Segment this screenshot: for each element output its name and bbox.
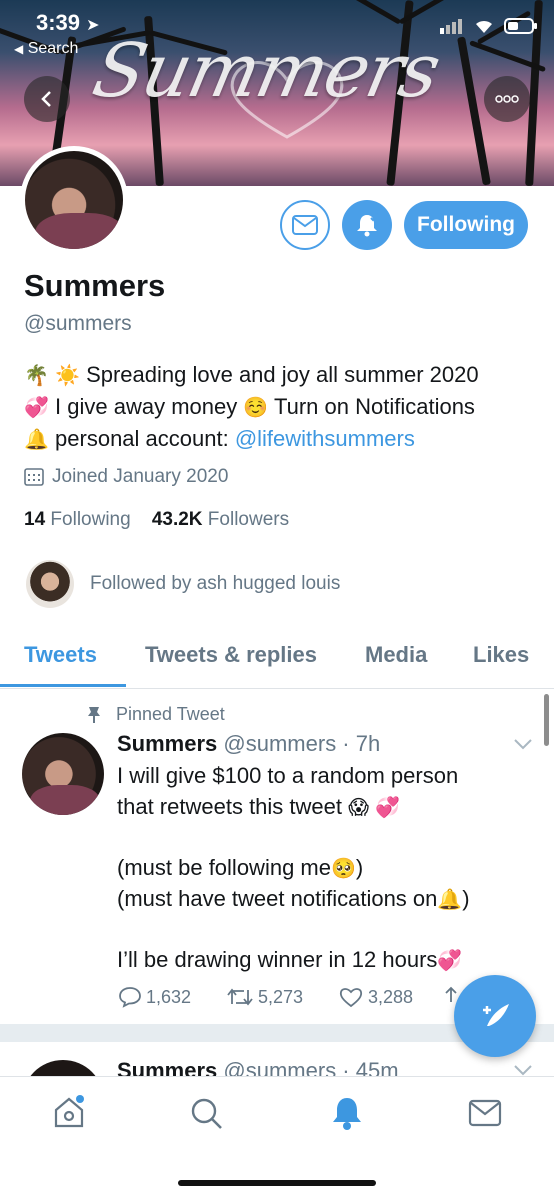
scream-emoji-icon: 😱: [348, 795, 369, 819]
tweet-line-5: I’ll be drawing winner in 12 hours💞: [117, 947, 463, 972]
home-indicator: [178, 1180, 376, 1186]
bell-icon: [333, 1098, 361, 1130]
following-stat[interactable]: 14 Following: [24, 509, 131, 530]
tweet-header: Summers @summers · 7h: [117, 731, 380, 757]
nav-messages[interactable]: [468, 1099, 502, 1132]
tweet-line-4: (must have tweet notifications on🔔): [117, 886, 470, 911]
back-arrow-small-icon: ◀: [14, 42, 24, 56]
signal-icon: [440, 19, 462, 34]
hearts-icon: 💞: [24, 395, 49, 419]
tab-media[interactable]: Media: [365, 642, 427, 668]
nav-search[interactable]: [190, 1097, 224, 1136]
profile-avatar[interactable]: [20, 146, 128, 254]
smile-icon: ☺️: [243, 395, 269, 419]
tweet-line-1: I will give $100 to a random person: [117, 763, 459, 788]
sun-icon: ☀️: [55, 363, 80, 387]
message-button[interactable]: [280, 200, 330, 250]
followers-stat[interactable]: 43.2K Followers: [152, 509, 289, 530]
heart-icon: [339, 988, 363, 1008]
pin-icon: [88, 706, 100, 723]
following-button[interactable]: Following: [404, 201, 528, 249]
tweet-avatar[interactable]: [22, 733, 104, 815]
profile-handle: @summers: [24, 312, 132, 335]
retweet-action[interactable]: 5,273: [226, 986, 303, 1008]
tab-likes[interactable]: Likes: [473, 642, 529, 668]
bell-check-icon: [357, 213, 379, 237]
nav-notifications[interactable]: [330, 1095, 364, 1136]
notifications-toggle-button[interactable]: [342, 200, 392, 250]
calendar-icon: [24, 468, 44, 486]
mail-icon: [468, 1099, 502, 1127]
tweet-line-3: (must be following me🥺): [117, 855, 364, 880]
tweet-line-2: that retweets this tweet 😱 💞: [117, 794, 401, 819]
bio-line-3: 🔔 personal account: @lifewithsummers: [24, 426, 415, 451]
envelope-icon: [292, 215, 318, 235]
bio-link[interactable]: @lifewithsummers: [235, 426, 415, 451]
status-time: 3:39 ➤: [36, 10, 100, 35]
more-options-button[interactable]: [484, 76, 530, 122]
profile-name: Summers: [24, 268, 166, 303]
location-arrow-icon: ➤: [86, 17, 100, 34]
tweet-handle-time: @summers · 7h: [223, 731, 381, 756]
palm-tree-icon: 🌴: [24, 363, 49, 387]
home-icon: [54, 1095, 84, 1128]
battery-icon: [504, 18, 537, 34]
status-icons: [440, 18, 538, 34]
back-to-search[interactable]: ◀ Search: [14, 40, 78, 58]
retweet-icon: [227, 988, 253, 1006]
followed-by-row[interactable]: Followed by ash hugged louis: [26, 560, 340, 608]
reply-action[interactable]: 1,632: [118, 986, 191, 1008]
back-button[interactable]: [24, 76, 70, 122]
pinned-indicator: Pinned Tweet: [86, 704, 225, 725]
follower-avatar: [26, 560, 74, 608]
chevron-down-icon[interactable]: [513, 738, 533, 750]
compose-feather-icon: [483, 1004, 509, 1026]
more-horizontal-icon: [495, 95, 519, 103]
wifi-icon: [476, 20, 492, 33]
tab-tweets-and-replies[interactable]: Tweets & replies: [145, 642, 317, 668]
like-action[interactable]: 3,288: [338, 986, 413, 1008]
scrollbar[interactable]: [544, 694, 549, 746]
active-tab-indicator: [0, 684, 126, 687]
chevron-left-icon: [41, 91, 51, 107]
bell-emoji-icon-2: 🔔: [437, 887, 463, 911]
pleading-emoji-icon: 🥺: [330, 856, 356, 880]
hearts-emoji-icon-2: 💞: [437, 948, 463, 972]
reply-icon: [119, 987, 141, 1008]
profile-tabs: Tweets Tweets & replies Media Likes: [0, 634, 554, 689]
tweet-author[interactable]: Summers: [117, 731, 217, 756]
next-tweet-chevron-down-icon[interactable]: [513, 1064, 533, 1076]
bio-line-1: 🌴 ☀️ Spreading love and joy all summer 2…: [24, 362, 479, 387]
hearts-emoji-icon: 💞: [375, 795, 401, 819]
follow-stats: 14 Following 43.2K Followers: [24, 509, 289, 531]
banner-title: Summers: [85, 28, 446, 114]
joined-date: Joined January 2020: [24, 466, 228, 488]
bio-line-2: 💞 I give away money ☺️ Turn on Notificat…: [24, 394, 475, 419]
tab-tweets[interactable]: Tweets: [24, 642, 97, 668]
bell-emoji-icon: 🔔: [24, 427, 49, 451]
nav-home[interactable]: [52, 1095, 86, 1134]
search-icon: [191, 1098, 222, 1129]
compose-tweet-button[interactable]: [454, 975, 536, 1057]
